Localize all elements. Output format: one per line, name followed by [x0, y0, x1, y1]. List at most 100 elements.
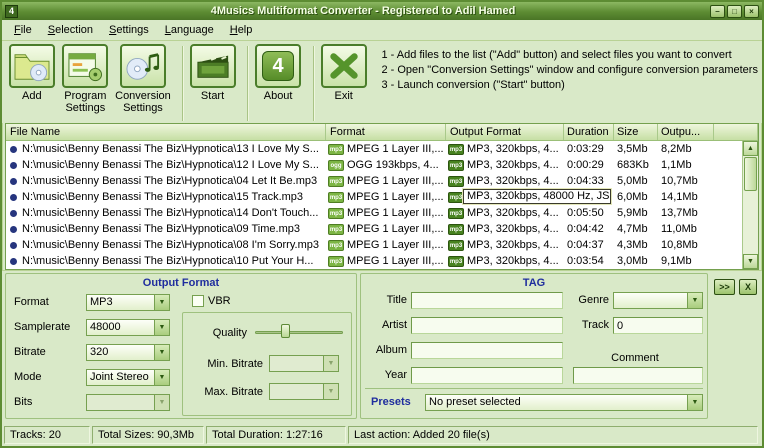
- format-cell: oggOGG 193kbps, 4...: [326, 157, 446, 173]
- output-format-cell: mp3MP3, 320kbps, 4...: [446, 253, 564, 269]
- table-row[interactable]: N:\music\Benny Benassi The Biz\Hypnotica…: [6, 221, 742, 237]
- size-cell: 4,7Mb: [614, 221, 658, 237]
- comment-input[interactable]: [573, 367, 703, 384]
- table-row[interactable]: N:\music\Benny Benassi The Biz\Hypnotica…: [6, 141, 742, 157]
- quality-slider-handle[interactable]: [281, 324, 290, 338]
- output-format-title: Output Format: [6, 277, 356, 289]
- scrollbar-thumb[interactable]: [744, 157, 757, 191]
- scrollbar-track[interactable]: [743, 192, 758, 254]
- presets-divider: [365, 388, 703, 389]
- output-format-icon: mp3: [448, 256, 464, 267]
- table-row[interactable]: N:\music\Benny Benassi The Biz\Hypnotica…: [6, 237, 742, 253]
- output-format-icon: mp3: [448, 192, 464, 203]
- track-bullet-icon: [10, 178, 17, 185]
- min-bitrate-select[interactable]: ▼: [269, 355, 339, 372]
- instruction-line: 1 - Add files to the list ("Add" button)…: [381, 48, 758, 63]
- format-select[interactable]: MP3▼: [86, 294, 170, 311]
- table-row[interactable]: MP3, 320kbps, 48000 Hz, JS N:\music\Benny…: [6, 189, 742, 205]
- format-cell: mp3MPEG 1 Layer III,...: [326, 253, 446, 269]
- format-cell: mp3MPEG 1 Layer III,...: [326, 237, 446, 253]
- track-bullet-icon: [10, 162, 17, 169]
- scrollbar-up-button[interactable]: ▲: [743, 141, 758, 156]
- chevron-down-icon: ▼: [154, 345, 169, 360]
- close-button[interactable]: ×: [744, 5, 759, 18]
- size-cell: 683Kb: [614, 157, 658, 173]
- bitrate-select[interactable]: 320▼: [86, 344, 170, 361]
- about-button[interactable]: 4 About: [254, 44, 302, 102]
- output-format-editbox[interactable]: MP3, 320kbps, 48000 Hz, JS: [463, 189, 611, 204]
- add-button[interactable]: Add: [8, 44, 56, 102]
- menu-item-help[interactable]: Help: [222, 22, 261, 38]
- column-header-size[interactable]: Size: [614, 124, 658, 140]
- conversion-settings-button[interactable]: Conversion Settings: [115, 44, 171, 114]
- table-row[interactable]: N:\music\Benny Benassi The Biz\Hypnotica…: [6, 253, 742, 269]
- column-header-duration[interactable]: Duration: [564, 124, 614, 140]
- output-format-cell: mp3MP3, 320kbps, 4...: [446, 237, 564, 253]
- title-bar: 4 4Musics Multiformat Converter - Regist…: [2, 2, 762, 20]
- bits-select[interactable]: ▼: [86, 394, 170, 411]
- start-button[interactable]: Start: [189, 44, 237, 102]
- year-input[interactable]: [411, 367, 563, 384]
- close-panel-button[interactable]: X: [739, 279, 757, 295]
- column-header-output-format[interactable]: Output Format: [446, 124, 564, 140]
- genre-select[interactable]: ▼: [613, 292, 703, 309]
- mode-select[interactable]: Joint Stereo▼: [86, 369, 170, 386]
- scrollbar-down-button[interactable]: ▼: [743, 254, 758, 269]
- column-header-format[interactable]: Format: [326, 124, 446, 140]
- source-format-icon: mp3: [328, 144, 344, 155]
- file-name-cell: N:\music\Benny Benassi The Biz\Hypnotica…: [6, 189, 326, 205]
- vertical-scrollbar[interactable]: ▲ ▼: [742, 141, 758, 269]
- max-bitrate-select[interactable]: ▼: [269, 383, 339, 400]
- source-format-icon: mp3: [328, 176, 344, 187]
- chevron-down-icon: ▼: [154, 320, 169, 335]
- chevron-down-icon: ▼: [323, 356, 338, 371]
- column-header-output-size[interactable]: Outpu...: [658, 124, 714, 140]
- vbr-checkbox-label: VBR: [208, 295, 231, 307]
- menu-item-selection[interactable]: Selection: [40, 22, 101, 38]
- vbr-checkbox[interactable]: VBR: [192, 295, 231, 307]
- source-format: MPEG 1 Layer III,...: [347, 206, 444, 221]
- file-name-cell: N:\music\Benny Benassi The Biz\Hypnotica…: [6, 141, 326, 157]
- size-cell: 6,0Mb: [614, 189, 658, 205]
- album-input[interactable]: [411, 342, 563, 359]
- quality-label: Quality: [187, 325, 247, 342]
- file-name: N:\music\Benny Benassi The Biz\Hypnotica…: [22, 254, 313, 269]
- table-row[interactable]: N:\music\Benny Benassi The Biz\Hypnotica…: [6, 205, 742, 221]
- column-header-file-name[interactable]: File Name: [6, 124, 326, 140]
- table-row[interactable]: N:\music\Benny Benassi The Biz\Hypnotica…: [6, 157, 742, 173]
- expand-panel-button[interactable]: >>: [714, 279, 735, 295]
- file-name: N:\music\Benny Benassi The Biz\Hypnotica…: [22, 190, 303, 205]
- file-name: N:\music\Benny Benassi The Biz\Hypnotica…: [22, 206, 318, 221]
- artist-input[interactable]: [411, 317, 563, 334]
- output-size-cell: 10,7Mb: [658, 173, 714, 189]
- presets-select[interactable]: No preset selected▼: [425, 394, 703, 411]
- samplerate-select[interactable]: 48000▼: [86, 319, 170, 336]
- output-format-icon: mp3: [448, 160, 464, 171]
- exit-button[interactable]: Exit: [320, 44, 368, 102]
- program-settings-icon: [62, 44, 108, 88]
- format-label: Format: [14, 294, 49, 311]
- menu-item-file[interactable]: File: [6, 22, 40, 38]
- title-input[interactable]: [411, 292, 563, 309]
- maximize-button[interactable]: □: [727, 5, 742, 18]
- start-icon: [190, 44, 236, 88]
- output-size-cell: 14,1Mb: [658, 189, 714, 205]
- menu-item-language[interactable]: Language: [157, 22, 222, 38]
- instructions-text: 1 - Add files to the list ("Add" button)…: [381, 44, 758, 93]
- toolbar: Add Program Settings: [2, 41, 762, 123]
- status-total-sizes: Total Sizes: 90,3Mb: [92, 426, 204, 444]
- menu-item-settings[interactable]: Settings: [101, 22, 157, 38]
- track-input[interactable]: [613, 317, 703, 334]
- artist-label: Artist: [365, 317, 407, 334]
- output-format: MP3, 320kbps, 4...: [467, 174, 559, 189]
- file-name-cell: N:\music\Benny Benassi The Biz\Hypnotica…: [6, 173, 326, 189]
- source-format: MPEG 1 Layer III,...: [347, 222, 444, 237]
- source-format: OGG 193kbps, 4...: [347, 158, 439, 173]
- minimize-button[interactable]: –: [710, 5, 725, 18]
- output-format: MP3, 320kbps, 4...: [467, 142, 559, 157]
- table-row[interactable]: N:\music\Benny Benassi The Biz\Hypnotica…: [6, 173, 742, 189]
- quality-slider[interactable]: [255, 323, 343, 340]
- output-size-cell: 13,7Mb: [658, 205, 714, 221]
- output-format: MP3, 320kbps, 4...: [467, 206, 559, 221]
- program-settings-button[interactable]: Program Settings: [62, 44, 110, 114]
